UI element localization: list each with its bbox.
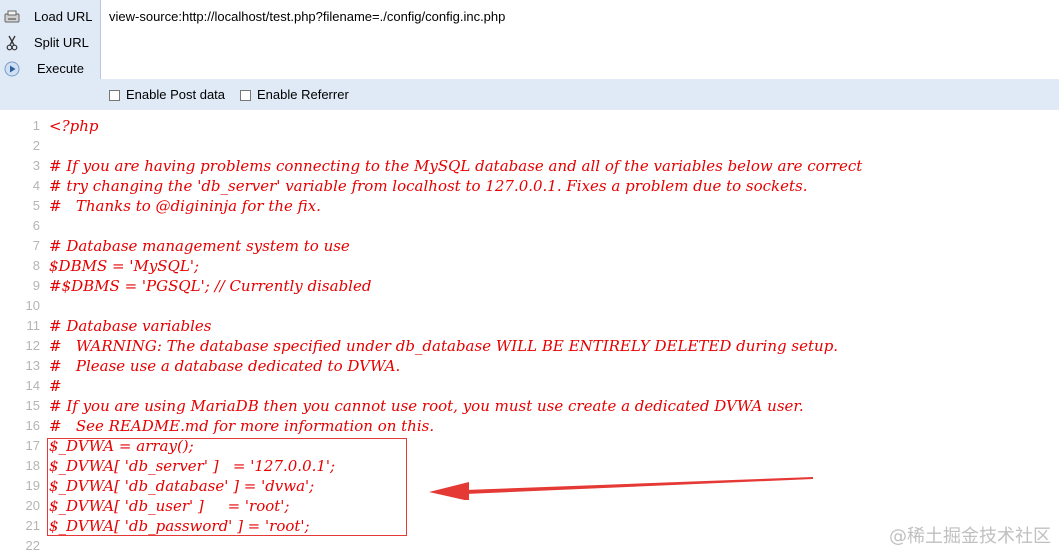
load-url-button[interactable]: Load URL <box>0 5 100 29</box>
source-line: 4 # try changing the 'db_server' variable… <box>0 176 1059 196</box>
source-line: 8 $DBMS = 'MySQL'; <box>0 256 1059 276</box>
line-number: 21 <box>25 518 40 533</box>
load-url-label: Load URL <box>34 9 93 24</box>
scissors-icon <box>4 35 20 51</box>
line-number: 10 <box>25 298 40 313</box>
source-line: 5 # Thanks to @digininja for the fix. <box>0 196 1059 216</box>
checkbox-box[interactable] <box>240 89 251 101</box>
source-line: 11 # Database variables <box>0 316 1059 336</box>
source-line: 13 # Please use a database dedicated to D… <box>0 356 1059 376</box>
enable-referrer-checkbox[interactable]: Enable Referrer <box>240 88 349 102</box>
line-number: 7 <box>32 238 40 253</box>
load-url-icon <box>4 9 20 25</box>
source-line: 7 # Database management system to use <box>0 236 1059 256</box>
line-number: 8 <box>32 258 40 273</box>
line-number: 6 <box>32 218 40 233</box>
execute-label: Execute <box>37 61 84 76</box>
line-number: 3 <box>32 158 40 173</box>
line-code: <?php <box>49 117 99 135</box>
source-line: 2 <box>0 136 1059 156</box>
line-number: 12 <box>25 338 40 353</box>
url-input-container: view-source:http://localhost/test.php?fi… <box>100 0 1059 79</box>
source-line: 14 # <box>0 376 1059 396</box>
line-number: 1 <box>32 118 40 133</box>
source-line: 1 <?php <box>0 116 1059 136</box>
annotation-highlight-box <box>47 438 407 536</box>
source-line: 6 <box>0 216 1059 236</box>
line-code: # <box>49 377 62 395</box>
split-url-button[interactable]: Split URL <box>0 31 100 55</box>
split-url-label: Split URL <box>34 35 89 50</box>
line-code: # If you are having problems connecting … <box>49 157 863 175</box>
line-number: 14 <box>25 378 40 393</box>
source-line: 15 # If you are using MariaDB then you ca… <box>0 396 1059 416</box>
url-input[interactable]: view-source:http://localhost/test.php?fi… <box>101 0 1059 79</box>
line-number: 20 <box>25 498 40 513</box>
source-line: 9 #$DBMS = 'PGSQL'; // Currently disabled <box>0 276 1059 296</box>
hackbar-sidebar: Load URL Split URL Execute <box>0 0 100 80</box>
source-line: 12 # WARNING: The database specified unde… <box>0 336 1059 356</box>
watermark: @稀土掘金技术社区 <box>889 526 1051 547</box>
enable-referrer-label: Enable Referrer <box>257 87 349 102</box>
line-code: # Please use a database dedicated to DVW… <box>49 357 401 375</box>
checkbox-box[interactable] <box>109 89 120 101</box>
line-number: 18 <box>25 458 40 473</box>
line-number: 16 <box>25 418 40 433</box>
source-line: 10 <box>0 296 1059 316</box>
enable-post-data-label: Enable Post data <box>126 87 226 102</box>
source-line: 3 # If you are having problems connecting… <box>0 156 1059 176</box>
line-number: 4 <box>32 178 40 193</box>
line-code: # try changing the 'db_server' variable … <box>49 177 808 195</box>
hackbar-toolbar: Load URL Split URL Execute view-source:h… <box>0 0 1059 110</box>
line-code: # Thanks to @digininja for the fix. <box>49 197 321 215</box>
line-number: 19 <box>25 478 40 493</box>
execute-button[interactable]: Execute <box>0 57 100 81</box>
line-number: 15 <box>25 398 40 413</box>
options-row: Enable Post data Enable Referrer <box>100 80 1059 110</box>
line-number: 9 <box>32 278 40 293</box>
annotation-arrow-icon <box>429 477 813 500</box>
line-code: # WARNING: The database specified under … <box>49 337 839 355</box>
line-number: 5 <box>32 198 40 213</box>
line-code: #$DBMS = 'PGSQL'; // Currently disabled <box>49 277 372 295</box>
line-number: 13 <box>25 358 40 373</box>
line-code: $DBMS = 'MySQL'; <box>49 257 199 275</box>
line-number: 22 <box>25 538 40 553</box>
enable-post-data-checkbox[interactable]: Enable Post data <box>109 88 225 102</box>
line-code: # Database management system to use <box>49 237 350 255</box>
line-code: # Database variables <box>49 317 212 335</box>
line-number: 11 <box>26 318 41 333</box>
play-icon <box>4 61 20 77</box>
line-number: 2 <box>32 138 40 153</box>
line-code: # If you are using MariaDB then you cann… <box>49 397 804 415</box>
source-line: 16 # See README.md for more information o… <box>0 416 1059 436</box>
line-number: 17 <box>25 438 40 453</box>
line-code: # See README.md for more information on … <box>49 417 435 435</box>
